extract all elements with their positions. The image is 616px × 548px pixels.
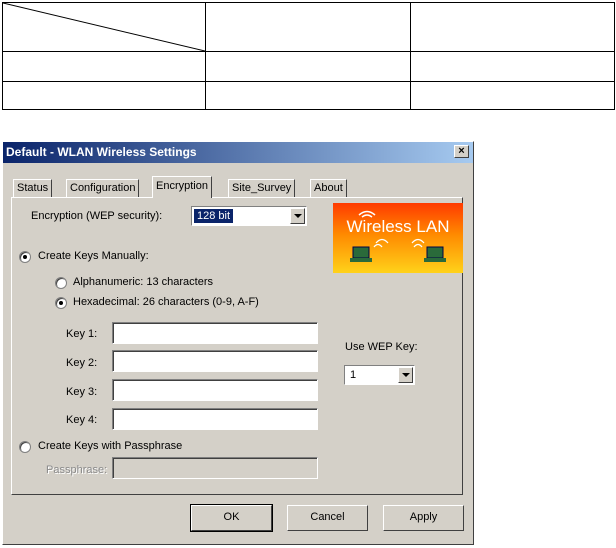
chevron-down-icon[interactable] bbox=[398, 367, 413, 383]
key-4-input[interactable] bbox=[112, 408, 318, 430]
table-cell bbox=[410, 81, 615, 110]
tab-configuration[interactable]: Configuration bbox=[66, 179, 140, 197]
table-cell bbox=[205, 81, 411, 110]
key-2-label: Key 2: bbox=[66, 357, 98, 369]
hexadecimal-label: Hexadecimal: 26 characters (0-9, A-F) bbox=[73, 296, 259, 308]
table-cell bbox=[410, 2, 615, 52]
key-3-label: Key 3: bbox=[66, 386, 98, 398]
window-title: Default - WLAN Wireless Settings bbox=[6, 145, 197, 159]
create-keys-manually-label: Create Keys Manually: bbox=[38, 250, 149, 262]
use-wep-key-value: 1 bbox=[350, 369, 357, 381]
diagonal-line bbox=[3, 3, 205, 51]
antenna-computers-graphic bbox=[350, 210, 446, 262]
close-button[interactable]: × bbox=[454, 145, 469, 158]
key-1-input[interactable] bbox=[112, 322, 318, 344]
table-cell bbox=[2, 81, 206, 110]
tab-encryption[interactable]: Encryption bbox=[152, 176, 212, 198]
alphanumeric-radio[interactable] bbox=[55, 277, 67, 289]
key-2-input[interactable] bbox=[112, 350, 318, 372]
wep-security-value: 128 bit bbox=[194, 209, 234, 223]
create-keys-passphrase-radio[interactable] bbox=[19, 441, 31, 453]
create-keys-passphrase-label: Create Keys with Passphrase bbox=[38, 440, 183, 452]
key-4-label: Key 4: bbox=[66, 414, 98, 426]
diagonal-header-cell bbox=[2, 2, 206, 52]
header-table bbox=[2, 2, 615, 110]
wep-security-label: Encryption (WEP security): bbox=[31, 210, 163, 222]
key-1-label: Key 1: bbox=[66, 328, 98, 340]
table-cell bbox=[410, 51, 615, 82]
ok-button[interactable]: OK bbox=[190, 504, 273, 532]
table-cell bbox=[205, 51, 411, 82]
tab-about[interactable]: About bbox=[310, 179, 347, 197]
table-cell bbox=[2, 51, 206, 82]
passphrase-label: Passphrase: bbox=[46, 464, 108, 476]
chevron-down-icon[interactable] bbox=[290, 208, 305, 224]
tab-site-survey[interactable]: Site_Survey bbox=[228, 179, 296, 197]
wireless-lan-logo: Wireless LAN bbox=[333, 203, 463, 273]
logo-text: Wireless LAN bbox=[346, 217, 450, 236]
close-icon: × bbox=[458, 145, 465, 157]
hexadecimal-radio[interactable] bbox=[55, 297, 67, 309]
cancel-button[interactable]: Cancel bbox=[287, 505, 368, 531]
title-bar[interactable]: Default - WLAN Wireless Settings × bbox=[3, 142, 473, 163]
wlan-settings-dialog: Default - WLAN Wireless Settings × Statu… bbox=[2, 141, 474, 545]
key-3-input[interactable] bbox=[112, 379, 318, 401]
use-wep-key-select[interactable]: 1 bbox=[344, 365, 415, 385]
alphanumeric-label: Alphanumeric: 13 characters bbox=[73, 276, 214, 288]
create-keys-manually-radio[interactable] bbox=[19, 251, 31, 263]
passphrase-input[interactable] bbox=[112, 457, 318, 479]
wep-security-select[interactable]: 128 bit bbox=[191, 206, 307, 226]
use-wep-key-label: Use WEP Key: bbox=[345, 341, 418, 353]
tab-status[interactable]: Status bbox=[13, 179, 53, 197]
table-cell bbox=[205, 2, 411, 52]
apply-button[interactable]: Apply bbox=[383, 505, 464, 531]
